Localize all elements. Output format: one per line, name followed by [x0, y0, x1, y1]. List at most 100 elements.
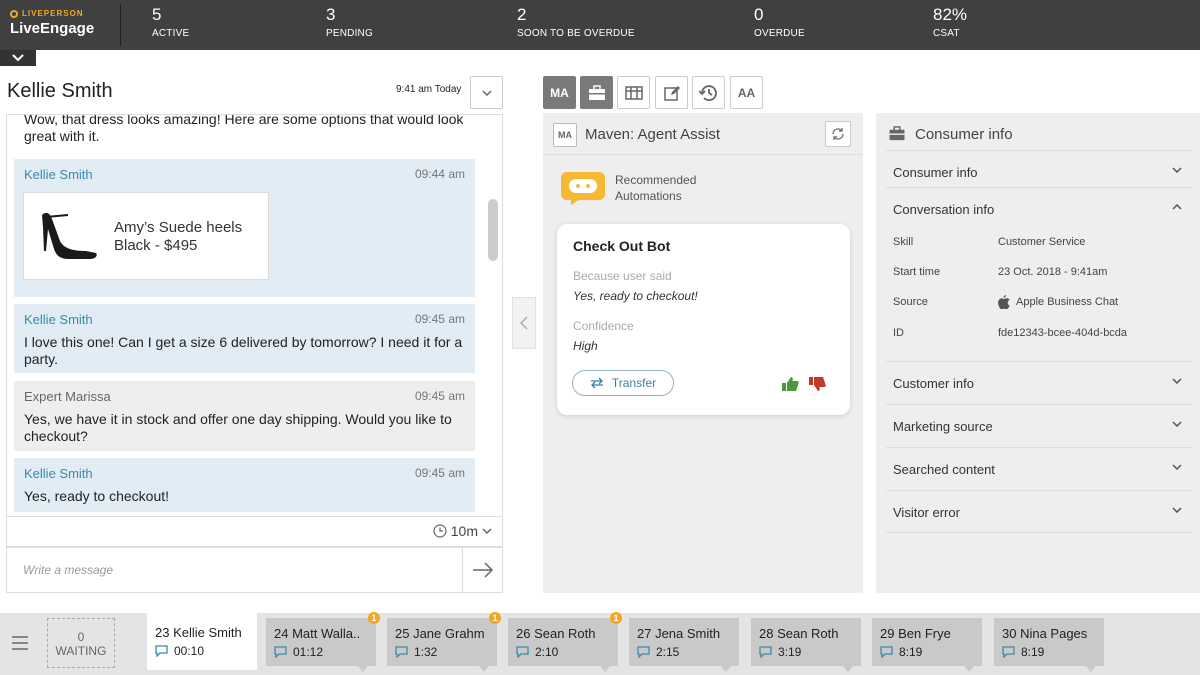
tool-agent-assist-button[interactable]: AA — [730, 76, 763, 109]
chat-bubble-icon — [1002, 646, 1015, 658]
id-value: fde12343-bcee-404d-bcda — [998, 327, 1128, 339]
unread-badge: 1 — [489, 612, 501, 624]
waiting-count: 0 — [77, 630, 85, 644]
section-visitor-error[interactable]: Visitor error — [886, 490, 1192, 533]
because-label: Because user said — [573, 269, 672, 283]
message-time: 09:45 am — [414, 466, 465, 480]
thumbs-up-icon[interactable] — [781, 376, 799, 392]
liveengage-logo: LIVEPERSON LiveEngage — [10, 9, 94, 37]
maven-agent-assist-widget: MA Maven: Agent Assist Recommended Automa… — [543, 113, 863, 593]
conversation-tab[interactable]: 28 Sean Roth 3:19 — [751, 618, 861, 672]
conversation-name: 28 Sean Roth — [759, 626, 839, 641]
conversation-name: 27 Jena Smith — [637, 626, 721, 641]
waiting-label: WAITING — [55, 644, 107, 658]
start-time-value: 23 Oct. 2018 - 9:41am — [998, 266, 1108, 278]
message-sender: Kellie Smith — [24, 466, 93, 481]
source-label: Source — [893, 296, 928, 308]
confidence-value: High — [573, 339, 598, 353]
conversation-time: 3:19 — [778, 645, 802, 659]
conversation-name: 29 Ben Frye — [880, 626, 951, 641]
stat-soon-overdue[interactable]: 2 SOON TO BE OVERDUE — [517, 6, 635, 40]
refresh-button[interactable] — [825, 121, 851, 147]
menu-icon[interactable] — [12, 636, 28, 650]
chevron-left-icon — [520, 316, 528, 330]
conversation-tab[interactable]: 26 Sean Roth 2:10 1 — [508, 612, 622, 672]
stat-pending[interactable]: 3 PENDING — [326, 5, 373, 40]
agent-message: Wow, that dress looks amazing! Here are … — [14, 115, 475, 147]
send-button[interactable] — [462, 548, 502, 592]
chat-panel: Kellie Smith 9:41 am Today Wow, that dre… — [6, 76, 503, 593]
tool-notes-button[interactable] — [655, 76, 688, 109]
message-time: 09:45 am — [414, 312, 465, 326]
tool-columns-button[interactable] — [617, 76, 650, 109]
product-card[interactable]: Amy’s Suede heels Black - $495 — [23, 192, 269, 280]
stat-value: 3 — [326, 5, 336, 24]
stat-label: ACTIVE — [152, 28, 190, 39]
chevron-up-icon[interactable] — [1172, 204, 1182, 210]
tool-maven-button[interactable]: MA — [543, 76, 576, 109]
timer-bar: 10m — [6, 517, 503, 547]
section-title: Customer info — [893, 376, 974, 391]
consumer-info-widget: Consumer info Consumer info Conversation… — [876, 113, 1200, 593]
columns-icon — [624, 85, 643, 100]
stat-label: CSAT — [933, 28, 960, 39]
consumer-message: Kellie Smith 09:45 am I love this one! C… — [14, 304, 475, 373]
automation-title: Check Out Bot — [573, 238, 671, 254]
thumbs-down-icon[interactable] — [808, 376, 826, 392]
section-marketing-source[interactable]: Marketing source — [886, 404, 1192, 447]
transfer-button[interactable]: Transfer — [572, 370, 674, 396]
briefcase-icon — [588, 84, 605, 100]
tab-pointer — [843, 666, 853, 672]
product-price: Black - $495 — [114, 237, 198, 254]
conversation-tab[interactable]: 27 Jena Smith 2:15 — [629, 618, 739, 672]
tool-history-button[interactable] — [692, 76, 725, 109]
collapse-widgets-button[interactable] — [512, 297, 536, 349]
tool-consumer-info-button[interactable] — [580, 76, 613, 109]
skill-label: Skill — [893, 236, 914, 248]
scrollbar-thumb[interactable] — [488, 199, 498, 261]
scrollbar-track[interactable] — [483, 115, 502, 516]
top-divider — [120, 4, 121, 46]
automations-text: Automations — [615, 189, 682, 203]
conversation-tab[interactable]: 24 Matt Walla.. 01:12 1 — [266, 612, 380, 672]
clock-icon — [433, 524, 447, 538]
conversation-tab[interactable]: 30 Nina Pages 8:19 — [994, 618, 1104, 672]
stat-value: 5 — [152, 5, 162, 24]
timer-value: 10m — [450, 523, 478, 539]
conversation-time: 8:19 — [899, 645, 923, 659]
consumer-info-title: Consumer info — [915, 126, 1013, 143]
message-time: 09:45 am — [414, 389, 465, 403]
maven-header: MA Maven: Agent Assist — [543, 113, 863, 155]
conversation-timer: 3:19 — [759, 645, 801, 659]
stat-active[interactable]: 5 ACTIVE — [152, 5, 190, 40]
tool-label: MA — [550, 85, 569, 100]
chat-transcript[interactable]: Wow, that dress looks amazing! Here are … — [6, 114, 503, 517]
chat-bubble-icon — [155, 645, 168, 657]
conversation-tab[interactable]: 25 Jane Grahm 1:32 1 — [387, 612, 501, 672]
chat-options-button[interactable] — [470, 76, 503, 109]
stat-overdue[interactable]: 0 OVERDUE — [754, 6, 805, 40]
source-text: Apple Business Chat — [1016, 296, 1119, 308]
section-title[interactable]: Conversation info — [893, 202, 994, 217]
chevron-down-icon — [482, 528, 492, 534]
conversation-tab[interactable]: 29 Ben Frye 8:19 — [872, 618, 982, 672]
collapse-topbar-button[interactable] — [0, 50, 36, 66]
conversation-tab[interactable]: 23 Kellie Smith 00:10 — [147, 613, 257, 670]
conversation-name: 26 Sean Roth — [516, 626, 596, 641]
tab-pointer — [964, 666, 974, 672]
section-searched-content[interactable]: Searched content — [886, 447, 1192, 490]
section-title: Marketing source — [893, 419, 993, 434]
recommended-text: Recommended — [615, 173, 697, 187]
apple-icon — [998, 295, 1010, 309]
stat-csat[interactable]: 82% CSAT — [933, 6, 967, 40]
tab-pointer — [600, 666, 610, 672]
briefcase-icon — [889, 126, 905, 141]
message-input[interactable] — [7, 548, 463, 592]
confidence-label: Confidence — [573, 319, 634, 333]
waiting-queue[interactable]: 0 WAITING — [47, 618, 115, 668]
expert-message: Expert Marissa 09:45 am Yes, we have it … — [14, 381, 475, 451]
section-customer-info[interactable]: Customer info — [886, 361, 1192, 404]
unread-badge: 1 — [610, 612, 622, 624]
section-title: Visitor error — [893, 505, 960, 520]
response-timer[interactable]: 10m — [433, 523, 492, 539]
